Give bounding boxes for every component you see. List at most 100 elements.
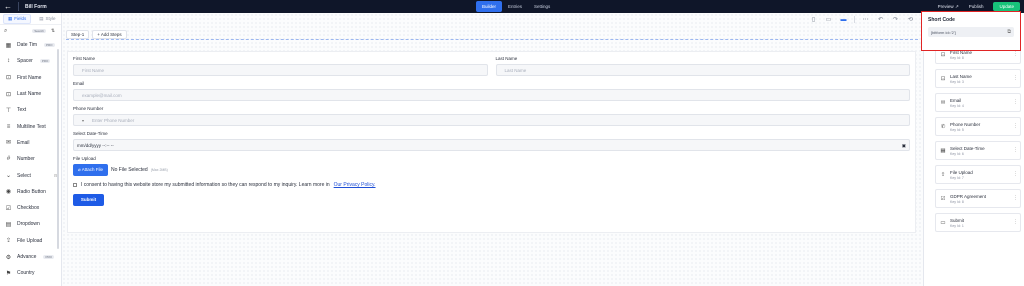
layer-item[interactable]: ⇪ File Upload Key Id: 7 ⋮ (935, 165, 1021, 184)
layer-menu-icon[interactable]: ⋮ (1013, 219, 1018, 225)
field-item[interactable]: ≡ Multiline Text (0, 118, 61, 134)
datetime-field: Select Date-Time mm/dd/yyyy --:-- -- ▣ (73, 131, 910, 151)
field-type-icon: ⚑ (5, 270, 12, 277)
layer-text: GDPR Agreement Key Id: 8 (950, 194, 986, 204)
layer-menu-icon[interactable]: ⋮ (1013, 147, 1018, 153)
submit-button[interactable]: Submit (73, 194, 104, 206)
layer-menu-icon[interactable]: ⋮ (1013, 51, 1018, 57)
field-item-label: Checkbox (17, 205, 40, 212)
field-item-label: Multiline Text (17, 123, 46, 130)
last-name-field: Last Name Last Name (495, 56, 910, 76)
layer-menu-icon[interactable]: ⋮ (1013, 123, 1018, 129)
mobile-icon[interactable]: ▯ (809, 16, 818, 23)
field-item-label: Select (17, 172, 31, 179)
country-dropdown-icon[interactable]: ▾ (82, 115, 92, 126)
layer-type-icon: ⊡ (940, 51, 946, 58)
consent-text: I consent to having this website store m… (81, 182, 330, 188)
undo-icon[interactable]: ↶ (876, 16, 885, 23)
field-item-label: First Name (17, 74, 42, 81)
first-name-input[interactable]: First Name (73, 64, 488, 76)
steps-bar: Step-1 + Add Steps (66, 30, 127, 39)
field-type-icon: ✉ (5, 140, 12, 147)
layer-text: First Name Key Id: 8 (950, 50, 972, 60)
desktop-icon[interactable]: ▬ (839, 17, 848, 23)
layer-item[interactable]: ▭ Submit Key Id: 1 ⋮ (935, 213, 1021, 232)
layer-name: GDPR Agreement (950, 193, 987, 199)
datetime-input[interactable]: mm/dd/yyyy --:-- -- ▣ (73, 139, 910, 151)
field-item[interactable]: ☑ Checkbox (0, 200, 61, 216)
layer-item[interactable]: ☑ GDPR Agreement Key Id: 8 ⋮ (935, 189, 1021, 208)
publish-button[interactable]: Publish (969, 4, 984, 9)
layer-menu-icon[interactable]: ⋮ (1013, 171, 1018, 177)
shortcode-box[interactable]: [bitform id='2'] ⧉ (928, 27, 1014, 37)
more-icon[interactable]: ⋯ (861, 16, 870, 23)
email-input[interactable]: example@mail.com (73, 89, 910, 101)
calendar-icon[interactable]: ▣ (902, 140, 906, 150)
layer-type-icon: ⊡ (940, 75, 946, 82)
shortcode-popover: Short Code [bitform id='2'] ⧉ (921, 11, 1021, 51)
tab-fields-label: Fields (14, 16, 27, 21)
layer-item[interactable]: ✆ Phone Number Key Id: 5 ⋮ (935, 117, 1021, 136)
field-item[interactable]: ⊡ First Name (0, 70, 61, 86)
preview-button[interactable]: Preview ↗ (938, 4, 959, 10)
pro-badge: PRO (43, 255, 54, 259)
first-name-label: First Name (73, 56, 96, 61)
layer-type-icon: ▭ (940, 219, 946, 226)
field-item[interactable]: # Number (0, 151, 61, 167)
tab-style[interactable]: ▤ Style (35, 15, 59, 23)
layer-type-icon: ✉ (940, 99, 946, 106)
back-arrow-icon[interactable]: ← (4, 0, 14, 13)
sort-icon[interactable]: ⇅ (51, 28, 55, 34)
layer-type-icon: ▦ (940, 147, 946, 154)
phone-field: Phone Number ▾ Enter Phone Number (73, 106, 910, 126)
field-type-icon: ⊡ (5, 91, 12, 98)
field-item[interactable]: ▦ Date Tim PRO (0, 37, 61, 53)
history-icon[interactable]: ⟲ (906, 16, 915, 23)
datetime-placeholder: mm/dd/yyyy --:-- -- (77, 143, 114, 148)
layer-item[interactable]: ▦ Select Date-Time Key Id: 6 ⋮ (935, 141, 1021, 160)
layer-item[interactable]: ⊡ Last Name Key Id: 3 ⋮ (935, 69, 1021, 88)
tablet-icon[interactable]: ▭ (824, 16, 833, 23)
layer-menu-icon[interactable]: ⋮ (1013, 99, 1018, 105)
tab-entries[interactable]: Entries (502, 0, 528, 13)
privacy-policy-link[interactable]: Our Privacy Policy. (334, 182, 376, 188)
layer-menu-icon[interactable]: ⋮ (1013, 195, 1018, 201)
field-item-label: Advance (17, 254, 37, 260)
last-name-input[interactable]: Last Name (495, 64, 910, 76)
tab-fields[interactable]: ▦ Fields (3, 13, 32, 24)
preview-label: Preview (937, 3, 954, 9)
field-search[interactable]: ⌕ Search ⇅ (0, 25, 61, 37)
copy-icon[interactable]: ⧉ (1007, 29, 1011, 35)
layer-key: Key Id: 5 (950, 127, 964, 132)
field-item[interactable]: ⊡ Last Name (0, 86, 61, 102)
field-item[interactable]: ◉ Radio Button (0, 184, 61, 200)
update-button[interactable]: Update (993, 2, 1020, 11)
attach-file-button[interactable]: ⌀ Attach File (73, 164, 108, 176)
layer-item[interactable]: ✉ Email Key Id: 4 ⋮ (935, 93, 1021, 112)
add-steps-button[interactable]: + Add Steps (92, 30, 127, 39)
layer-menu-icon[interactable]: ⋮ (1013, 75, 1018, 81)
scrollbar[interactable] (57, 49, 59, 249)
field-item[interactable]: ▤ Dropdown (0, 216, 61, 232)
field-item[interactable]: ⌄ Select ⊟ (0, 167, 61, 183)
redo-icon[interactable]: ↷ (891, 16, 900, 23)
layer-text: Phone Number Key Id: 5 (950, 122, 980, 132)
consent-checkbox[interactable] (73, 183, 77, 187)
tab-settings[interactable]: Settings (528, 0, 556, 13)
field-type-icon: ↕ (7, 58, 10, 65)
step-1-tab[interactable]: Step-1 (66, 30, 90, 39)
datetime-label: Select Date-Time (73, 131, 108, 136)
field-type-icon: ⇪ (5, 238, 12, 245)
field-item[interactable]: ✉ Email (0, 135, 61, 151)
field-type-icon: ◉ (5, 189, 12, 196)
file-upload-label: File Upload (73, 156, 96, 161)
field-item[interactable]: ⚙ Advance PRO (0, 249, 61, 265)
tab-builder[interactable]: Builder (476, 1, 503, 12)
field-item[interactable]: ⇪ File Upload (0, 233, 61, 249)
layer-text: Select Date-Time Key Id: 6 (950, 146, 985, 156)
field-item[interactable]: ⊤ Text (0, 102, 61, 118)
field-item[interactable]: ⚑ Country (0, 265, 61, 281)
layer-type-icon: ✆ (940, 123, 946, 130)
field-item[interactable]: ↕ Spacer PRO (0, 53, 61, 69)
phone-input[interactable]: ▾ Enter Phone Number (73, 114, 910, 126)
